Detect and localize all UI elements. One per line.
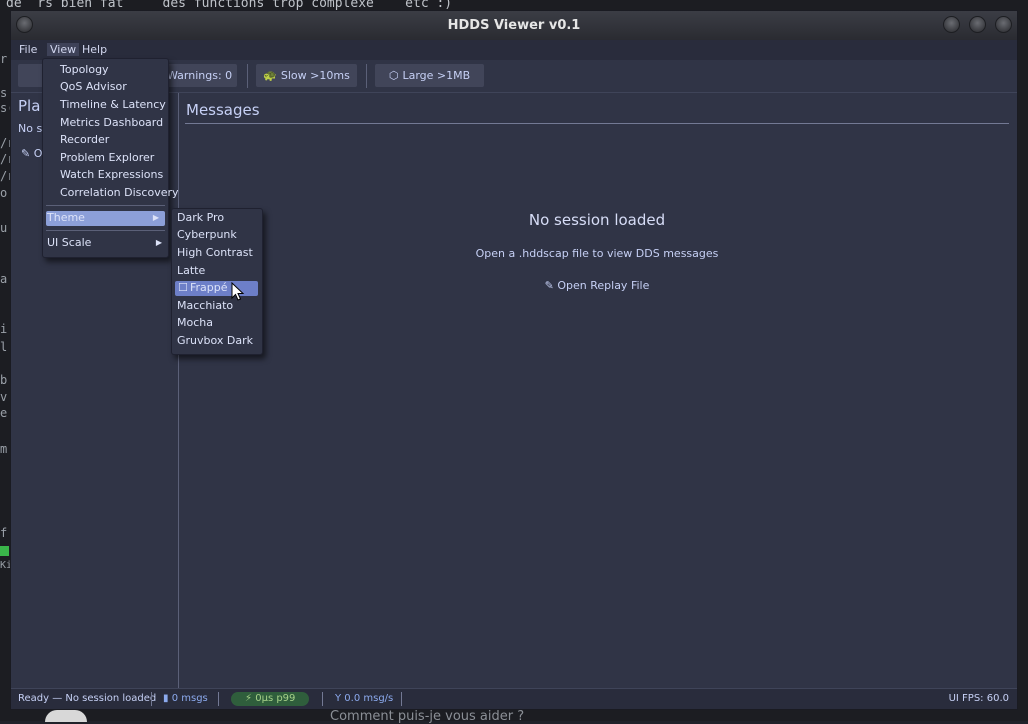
titlebar[interactable]: HDDS Viewer v0.1	[11, 11, 1017, 41]
menubar: File View Help	[11, 40, 1017, 60]
menu-separator	[46, 230, 165, 231]
status-fps: UI FPS: 60.0	[948, 693, 1009, 704]
empty-state-subtitle: Open a .hddscap file to view DDS message…	[475, 247, 719, 260]
empty-state-title: No session loaded	[528, 211, 666, 229]
large-filter-label: Large >1MB	[402, 69, 471, 82]
theme-high-contrast[interactable]: High Contrast	[177, 246, 253, 259]
messages-panel: Messages No session loaded Open a .hddsc…	[185, 93, 1009, 691]
lightning-icon: ⚡	[245, 693, 253, 704]
menu-item-metrics-dashboard[interactable]: Metrics Dashboard	[60, 116, 163, 129]
window-title: HDDS Viewer v0.1	[447, 18, 581, 33]
background-char: r	[0, 52, 8, 66]
background-char: b	[0, 373, 8, 387]
large-filter-button[interactable]: ⬡ Large >1MB	[375, 64, 484, 87]
background-char: s	[0, 86, 8, 100]
menu-item-qos-advisor[interactable]: QoS Advisor	[60, 80, 127, 93]
menu-item-theme-label: Theme	[47, 211, 85, 224]
background-char: l	[0, 340, 8, 354]
chevron-right-icon: ▶	[152, 213, 159, 222]
open-icon: ✎	[21, 147, 31, 160]
bar-chart-icon: ▮	[163, 693, 169, 704]
statusbar: Ready — No session loaded ▮ 0 msgs ⚡ 0µs…	[11, 688, 1017, 709]
theme-mocha[interactable]: Mocha	[177, 316, 213, 329]
turtle-icon: 🐢	[263, 69, 277, 82]
background-char: a	[0, 272, 8, 286]
chevron-right-icon: ▶	[155, 238, 162, 247]
close-button[interactable]	[995, 16, 1012, 33]
theme-latte[interactable]: Latte	[177, 264, 205, 277]
checkbox-icon: ☐	[178, 281, 188, 294]
status-separator	[322, 692, 323, 706]
mouse-cursor-icon	[231, 282, 245, 301]
background-char: i	[0, 322, 8, 336]
theme-submenu: Dark Pro Cyberpunk High Contrast Latte ☐…	[171, 208, 263, 355]
background-char: e	[0, 406, 8, 420]
playback-status: No s	[18, 122, 43, 135]
menu-item-timeline[interactable]: Timeline & Latency	[60, 98, 166, 111]
menu-help[interactable]: Help	[82, 43, 107, 56]
menu-item-topology[interactable]: Topology	[60, 63, 109, 76]
background-image	[45, 710, 87, 722]
menu-item-recorder[interactable]: Recorder	[60, 133, 109, 146]
divider	[185, 123, 1009, 124]
menu-view[interactable]: View	[47, 43, 80, 56]
toolbar-separator	[366, 64, 367, 88]
slow-filter-label: Slow >10ms	[280, 69, 350, 82]
status-latency-badge: ⚡ 0µs p99	[231, 692, 310, 706]
playback-title: Pla	[18, 97, 41, 115]
minimize-button[interactable]	[943, 16, 960, 33]
background-char: o	[0, 186, 8, 200]
package-icon: ⬡	[388, 69, 399, 82]
maximize-button[interactable]	[969, 16, 986, 33]
status-separator	[218, 692, 219, 706]
menu-item-watch-expressions[interactable]: Watch Expressions	[60, 168, 163, 181]
messages-title: Messages	[186, 101, 260, 119]
toolbar-separator	[247, 64, 248, 88]
menu-item-theme[interactable]: Theme ▶	[46, 211, 165, 226]
status-separator	[401, 692, 402, 706]
status-ready: Ready — No session loaded	[18, 693, 157, 704]
background-char: v	[0, 390, 8, 404]
antenna-icon: Y	[335, 693, 342, 704]
background-prompt: Comment puis-je vous aider ?	[330, 709, 525, 724]
menu-separator	[46, 205, 165, 206]
status-rate-value: 0.0 msg/s	[344, 693, 394, 704]
theme-cyberpunk[interactable]: Cyberpunk	[177, 228, 237, 241]
background-char: u	[0, 221, 8, 235]
menu-file[interactable]: File	[19, 43, 37, 56]
open-icon: ✎	[544, 279, 554, 292]
theme-macchiato[interactable]: Macchiato	[177, 299, 233, 312]
status-msgs-value: 0 msgs	[171, 693, 208, 704]
menu-item-problem-explorer[interactable]: Problem Explorer	[60, 151, 154, 164]
status-msgs: ▮ 0 msgs	[163, 693, 208, 704]
open-replay-label: Open Replay File	[557, 279, 650, 292]
status-rate: Y 0.0 msg/s	[335, 693, 393, 704]
theme-dark-pro[interactable]: Dark Pro	[177, 211, 224, 224]
slow-filter-button[interactable]: 🐢 Slow >10ms	[256, 64, 357, 87]
background-indicator	[0, 546, 9, 556]
menu-item-correlation-discovery[interactable]: Correlation Discovery	[60, 186, 179, 199]
warnings-filter-button[interactable]: Warnings: 0	[161, 64, 237, 87]
background-char: m	[0, 442, 8, 456]
status-latency-value: 0µs p99	[255, 693, 296, 704]
view-menu-dropdown: Topology QoS Advisor Timeline & Latency …	[42, 58, 179, 258]
background-char: f	[0, 526, 8, 540]
status-separator	[151, 692, 152, 706]
theme-frappe[interactable]: ☐ Frappé	[175, 281, 258, 296]
menu-item-ui-scale[interactable]: UI Scale	[47, 236, 91, 249]
theme-frappe-label: Frappé	[190, 281, 228, 294]
open-replay-button[interactable]: ✎ Open Replay File	[545, 279, 650, 292]
theme-gruvbox-dark[interactable]: Gruvbox Dark	[177, 334, 253, 347]
playback-open-button[interactable]: ✎ O	[21, 147, 42, 160]
